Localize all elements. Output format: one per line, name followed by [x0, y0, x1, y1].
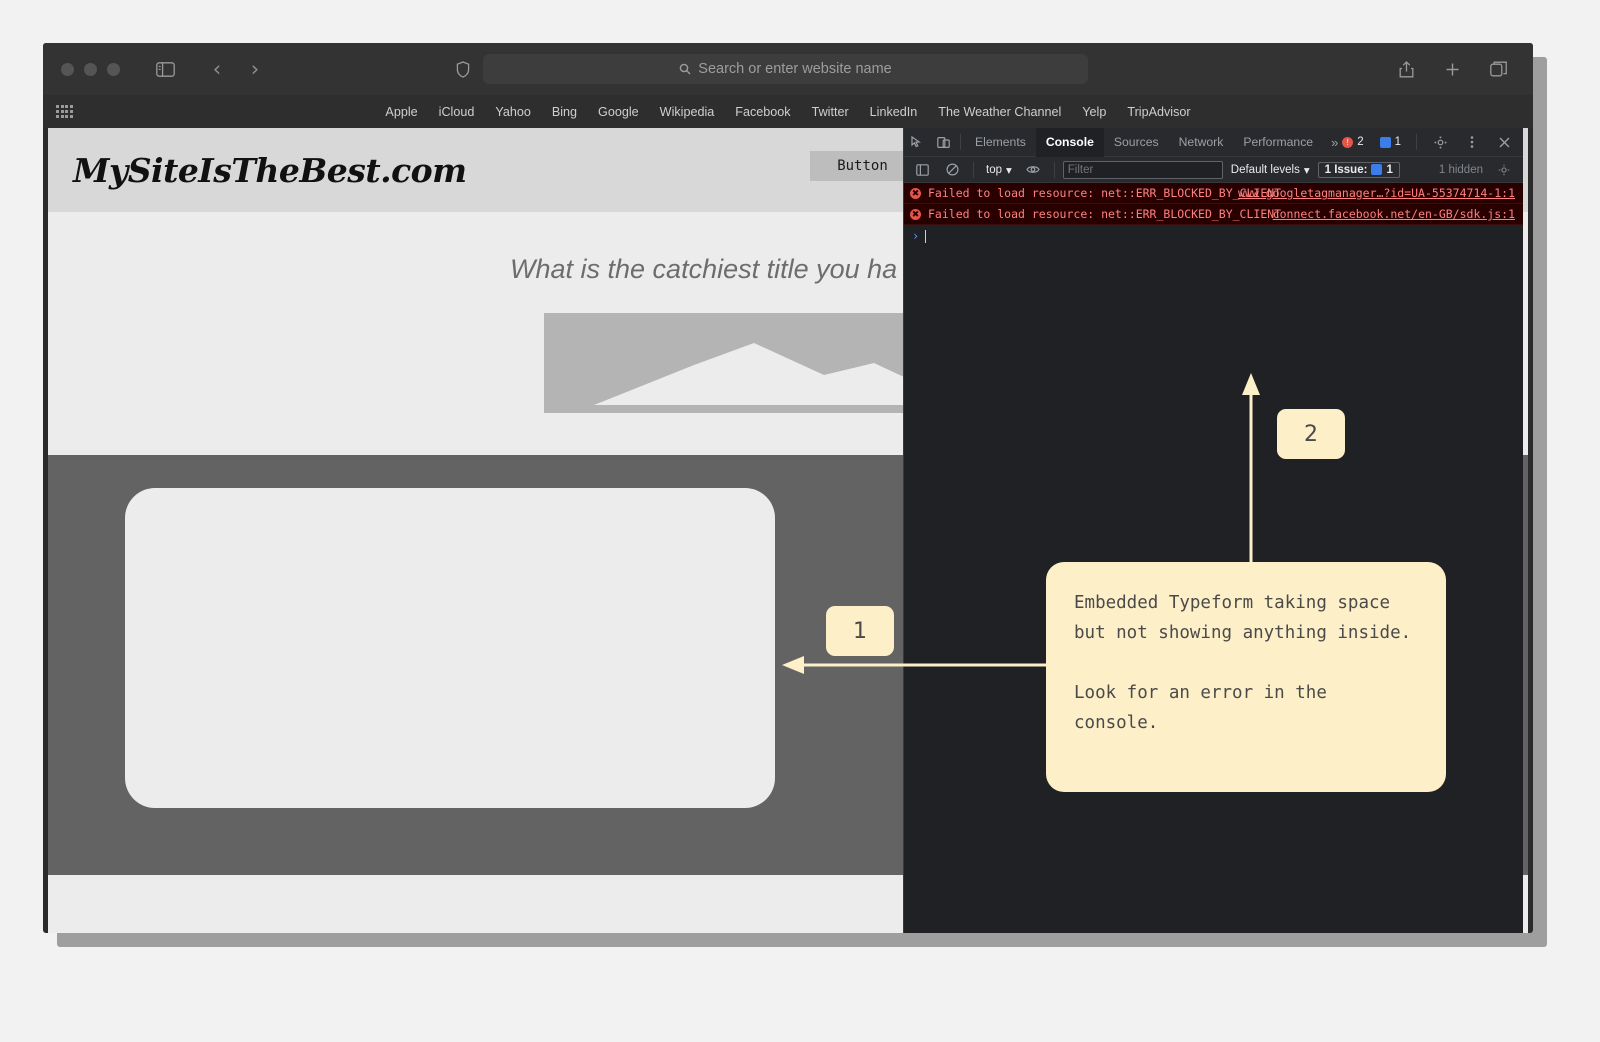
console-error-row[interactable]: ✖ Failed to load resource: net::ERR_BLOC…	[904, 183, 1523, 204]
annotation-marker-1: 1	[826, 606, 894, 656]
titlebar-actions	[1391, 54, 1513, 84]
console-message-list[interactable]: ✖ Failed to load resource: net::ERR_BLOC…	[904, 183, 1523, 933]
console-error-text: Failed to load resource: net::ERR_BLOCKE…	[928, 186, 1282, 200]
console-error-source[interactable]: www.googletagmanager…?id=UA-55374714-1:1	[1238, 186, 1515, 200]
toolbar-divider	[973, 161, 974, 178]
browser-titlebar: ‹ › Search or enter website name	[43, 43, 1533, 95]
window-traffic-lights[interactable]	[61, 62, 120, 76]
toolbar-divider	[1053, 161, 1055, 178]
device-toolbar-icon[interactable]	[930, 136, 956, 149]
hidden-messages-count: 1 hidden	[1438, 163, 1483, 176]
message-count: 1	[1394, 136, 1401, 148]
bookmark-yahoo[interactable]: Yahoo	[495, 105, 530, 119]
error-count-badge[interactable]: ! 2	[1337, 135, 1368, 149]
bookmark-the-weather-channel[interactable]: The Weather Channel	[938, 105, 1061, 119]
bookmark-wikipedia[interactable]: Wikipedia	[660, 105, 715, 119]
gear-icon[interactable]	[1427, 136, 1453, 149]
message-count-badge[interactable]: 1	[1375, 135, 1406, 149]
status-divider	[1416, 134, 1417, 150]
console-prompt[interactable]: ›	[904, 225, 1523, 247]
issues-button[interactable]: 1 Issue: 1	[1317, 161, 1400, 178]
text-caret	[925, 229, 927, 243]
annotation-callout: Embedded Typeform taking space but not s…	[1046, 562, 1446, 792]
tab-overview-icon[interactable]	[1483, 54, 1513, 84]
search-icon	[679, 63, 691, 75]
console-sidebar-icon[interactable]	[909, 163, 935, 176]
bookmarks-bar: Apple iCloud Yahoo Bing Google Wikipedia…	[43, 95, 1533, 128]
bookmark-apple[interactable]: Apple	[385, 105, 417, 119]
zoom-window-button[interactable]	[107, 62, 120, 76]
console-error-row[interactable]: ✖ Failed to load resource: net::ERR_BLOC…	[904, 204, 1523, 225]
page-viewport: MySiteIsTheBest.com Button What is the c…	[48, 128, 1528, 933]
address-bar[interactable]: Search or enter website name	[483, 54, 1088, 84]
tab-console[interactable]: Console	[1035, 128, 1104, 157]
inspect-element-icon[interactable]	[904, 135, 930, 149]
header-button[interactable]: Button	[810, 151, 915, 181]
new-tab-icon[interactable]	[1437, 54, 1467, 84]
callout-line-1: Embedded Typeform taking space but not s…	[1074, 593, 1412, 644]
sidebar-icon[interactable]	[150, 54, 180, 84]
hero-title: What is the catchiest title you ha	[510, 254, 898, 284]
console-error-source[interactable]: connect.facebook.net/en-GB/sdk.js:1	[1273, 207, 1515, 221]
tab-network[interactable]: Network	[1169, 128, 1234, 157]
issues-count: 1	[1386, 163, 1393, 176]
bookmark-google[interactable]: Google	[598, 105, 639, 119]
kebab-menu-icon[interactable]	[1459, 135, 1485, 149]
issue-icon	[1371, 164, 1383, 175]
execution-context-select[interactable]: top ▾	[982, 163, 1016, 177]
shield-icon[interactable]	[448, 54, 478, 84]
address-placeholder: Search or enter website name	[698, 61, 892, 77]
console-filter-input[interactable]	[1062, 160, 1223, 179]
close-window-button[interactable]	[61, 62, 74, 76]
bookmark-tripadvisor[interactable]: TripAdvisor	[1127, 105, 1190, 119]
console-error-text: Failed to load resource: net::ERR_BLOCKE…	[928, 207, 1282, 221]
bookmark-icloud[interactable]: iCloud	[439, 105, 475, 119]
close-icon[interactable]	[1491, 137, 1517, 148]
clear-console-icon[interactable]	[939, 163, 965, 176]
bookmark-bing[interactable]: Bing	[552, 105, 577, 119]
chevron-right-icon[interactable]: ›	[240, 54, 270, 84]
devtools-panel: Elements Console Sources Network Perform…	[903, 128, 1523, 933]
tab-elements[interactable]: Elements	[965, 128, 1036, 157]
tab-sources[interactable]: Sources	[1104, 128, 1169, 157]
prompt-arrow-icon: ›	[912, 229, 920, 243]
apps-grid-icon[interactable]	[56, 105, 73, 118]
chevron-down-icon: ▾	[1006, 164, 1012, 177]
chevron-left-icon[interactable]: ‹	[202, 54, 232, 84]
levels-value: Default levels	[1230, 163, 1300, 176]
bookmark-yelp[interactable]: Yelp	[1082, 105, 1106, 119]
issues-label: 1 Issue:	[1324, 163, 1368, 176]
minimize-window-button[interactable]	[84, 62, 97, 76]
bookmark-linkedin[interactable]: LinkedIn	[870, 105, 918, 119]
error-icon: !	[1342, 136, 1354, 148]
error-icon: ✖	[910, 208, 921, 220]
bookmark-twitter[interactable]: Twitter	[812, 105, 849, 119]
live-expression-icon[interactable]	[1020, 164, 1046, 175]
devtools-status-area: ! 2 1	[1337, 134, 1517, 150]
tab-performance[interactable]: Performance	[1233, 128, 1323, 157]
share-icon[interactable]	[1391, 54, 1421, 84]
message-icon	[1379, 136, 1391, 148]
site-logo: MySiteIsTheBest.com	[73, 150, 467, 190]
log-levels-select[interactable]: Default levels ▾	[1227, 163, 1314, 177]
chevron-down-icon: ▾	[1303, 164, 1310, 177]
console-toolbar-right: 1 hidden	[1439, 164, 1517, 176]
console-toolbar: top ▾ Default levels ▾ 1 Issue:	[904, 157, 1523, 183]
bookmark-list: Apple iCloud Yahoo Bing Google Wikipedia…	[385, 105, 1190, 119]
devtools-tabbar: Elements Console Sources Network Perform…	[904, 128, 1523, 157]
toolbar-divider	[960, 134, 961, 150]
annotation-marker-2: 2	[1277, 409, 1345, 459]
context-value: top	[986, 163, 1002, 176]
console-settings-icon[interactable]	[1491, 164, 1517, 176]
typeform-embed-placeholder[interactable]	[125, 488, 775, 808]
error-icon: ✖	[910, 187, 921, 199]
error-count: 2	[1357, 136, 1364, 148]
callout-line-2: Look for an error in the console.	[1074, 683, 1327, 734]
bookmark-facebook[interactable]: Facebook	[735, 105, 790, 119]
safari-browser-window: ‹ › Search or enter website name Apple i…	[43, 43, 1533, 933]
